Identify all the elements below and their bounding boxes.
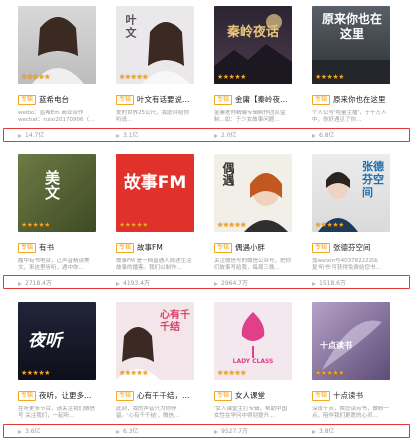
rating-stars: ★★★★★ xyxy=(315,221,344,229)
album-card[interactable]: 秦岭夜话 ★★★★★ 专辑 金庸【秦岭夜话】 金庸老师精编专辑制作团队监制...… xyxy=(196,0,292,145)
album-card[interactable]: 夜听 ★★★★★ 专辑 夜听，让更多的... 在听更多节目，请关注我们微信号 关… xyxy=(0,296,96,441)
rating-stars: ★★★★★ xyxy=(217,221,246,229)
rating-stars: ★★★★★ xyxy=(119,221,148,229)
row-highlight-frame xyxy=(3,275,410,289)
row-highlight-frame xyxy=(3,424,410,438)
cover-title: 心有千千结 xyxy=(160,310,190,333)
album-title-line: 专辑 故事FM xyxy=(116,242,194,254)
album-cover[interactable]: LADY CLASS ★★★★★ xyxy=(214,302,292,380)
album-tag: 专辑 xyxy=(214,243,233,253)
cover-title: 原来你也在这里 xyxy=(322,12,383,41)
album-description: 此刻，我的声音只为你停留。'心有千千结'，微信... xyxy=(116,406,180,419)
album-tag: 专辑 xyxy=(312,391,331,401)
album-description: weibo：蓝希Em 商业合作 wechat：ruixi20170906（... xyxy=(18,110,95,123)
album-cover[interactable]: 张德芬空间 ★★★★★ xyxy=(312,154,390,232)
rating-stars: ★★★★★ xyxy=(119,73,148,81)
album-card[interactable]: 偶遇 ★★★★★ 专辑 偶遇小胖 关注微信号的微信公众号，把你们故事写给我，每周… xyxy=(196,148,292,293)
album-card[interactable]: 十点读书 ★★★★★ 专辑 十点读书 深夜十点，换您读点书，做粉一点，陪伴我们更… xyxy=(294,296,390,441)
rating-stars: ★★★★★ xyxy=(21,369,50,377)
cover-title: 夜听 xyxy=(28,331,62,351)
album-tag: 专辑 xyxy=(312,95,331,105)
album-title-line: 专辑 叶文有话要说20... xyxy=(116,94,194,106)
rating-stars: ★★★★★ xyxy=(21,221,50,229)
album-title[interactable]: 原来你也在这里 xyxy=(333,94,386,106)
album-title[interactable]: 故事FM xyxy=(137,242,163,254)
cover-title: 叶文 xyxy=(124,14,137,40)
album-title-line: 专辑 金庸【秦岭夜话】 xyxy=(214,94,292,106)
album-title[interactable]: 金庸【秦岭夜话】 xyxy=(235,94,292,106)
cover-title: 张德芬空间 xyxy=(362,160,384,199)
album-tag: 专辑 xyxy=(116,391,135,401)
album-description: 在听更多节目，请关注我们微信号 关注我们，一起听... xyxy=(18,406,96,419)
album-title-line: 专辑 原来你也在这里 xyxy=(312,94,390,106)
album-tag: 专辑 xyxy=(116,95,135,105)
cover-title: 秦岭夜话 xyxy=(226,25,279,40)
album-description: 爱的世界25公尺，我愿许给你 听说... xyxy=(116,110,189,123)
album-card[interactable]: 故事FM ★★★★★ 专辑 故事FM 故事FM 是一档普通人自述生活故事的播客。… xyxy=(98,148,194,293)
album-row: 美文 ★★★★★ 专辑 有书 履中有书电台，让声音精读美文，来这里听听，遇中你.… xyxy=(0,148,413,293)
album-cover[interactable]: 偶遇 ★★★★★ xyxy=(214,154,292,232)
album-tag: 专辑 xyxy=(312,243,331,253)
album-title-line: 专辑 十点读书 xyxy=(312,390,390,402)
album-cover[interactable]: 故事FM ★★★★★ xyxy=(116,154,194,232)
album-title[interactable]: 叶文有话要说20... xyxy=(137,94,194,106)
album-title-line: 专辑 女人课堂 xyxy=(214,390,292,402)
album-description: 深夜十点，换您读点书，做粉一点，陪伴我们更愿的心灵... xyxy=(312,406,390,419)
cover-title: 偶遇 xyxy=(221,162,235,186)
album-title-line: 专辑 心有千千结，你... xyxy=(116,390,194,402)
rating-stars: ★★★★★ xyxy=(21,73,50,81)
album-card[interactable]: 张德芬空间 ★★★★★ 专辑 张德芬空间 加weixin号403782222回复… xyxy=(294,148,390,293)
album-title[interactable]: 女人课堂 xyxy=(235,390,265,402)
album-cover[interactable]: 原来你也在这里 ★★★★★ xyxy=(312,6,390,84)
album-card[interactable]: 原来你也在这里 ★★★★★ 专辑 原来你也在这里 个人公号'啦量主播'，于千万人… xyxy=(294,0,390,145)
rating-stars: ★★★★★ xyxy=(315,73,344,81)
cover-title: 故事FM xyxy=(123,173,187,193)
album-tag: 专辑 xyxy=(18,243,37,253)
row-highlight-frame xyxy=(3,128,410,142)
rating-stars: ★★★★★ xyxy=(119,369,148,377)
album-row: ★★★★★ 专辑 蓝希电台 weibo：蓝希Em 商业合作 wechat：rui… xyxy=(0,0,413,145)
album-cover[interactable]: 十点读书 ★★★★★ xyxy=(312,302,390,380)
album-row: 夜听 ★★★★★ 专辑 夜听，让更多的... 在听更多节目，请关注我们微信号 关… xyxy=(0,296,413,441)
album-card[interactable]: ★★★★★ 专辑 蓝希电台 weibo：蓝希Em 商业合作 wechat：rui… xyxy=(0,0,96,145)
album-cover[interactable]: ★★★★★ xyxy=(18,6,96,84)
album-title[interactable]: 张德芬空间 xyxy=(333,242,371,254)
album-title-line: 专辑 张德芬空间 xyxy=(312,242,390,254)
album-title[interactable]: 心有千千结，你... xyxy=(137,390,194,402)
album-title-line: 专辑 夜听，让更多的... xyxy=(18,390,96,402)
album-grid: ★★★★★ 专辑 蓝希电台 weibo：蓝希Em 商业合作 wechat：rui… xyxy=(0,0,413,444)
album-title-line: 专辑 蓝希电台 xyxy=(18,94,96,106)
album-card[interactable]: 美文 ★★★★★ 专辑 有书 履中有书电台，让声音精读美文，来这里听听，遇中你.… xyxy=(0,148,96,293)
album-description: 金庸老师精编专辑制作团队监制...如：于少女故事问题... xyxy=(214,110,286,123)
cover-title: LADY CLASS xyxy=(232,358,274,365)
rating-stars: ★★★★★ xyxy=(217,73,246,81)
album-cover[interactable]: 夜听 ★★★★★ xyxy=(18,302,96,380)
album-card[interactable]: LADY CLASS ★★★★★ 专辑 女人课堂 '女人课堂主打专辑，帮助中国女… xyxy=(196,296,292,441)
cover-title: 十点读书 xyxy=(320,340,352,350)
album-title[interactable]: 十点读书 xyxy=(333,390,363,402)
album-tag: 专辑 xyxy=(214,391,233,401)
album-title-line: 专辑 有书 xyxy=(18,242,96,254)
rating-stars: ★★★★★ xyxy=(217,369,246,377)
album-cover[interactable]: 心有千千结 ★★★★★ xyxy=(116,302,194,380)
album-card[interactable]: 心有千千结 ★★★★★ 专辑 心有千千结，你... 此刻，我的声音只为你停留。'… xyxy=(98,296,194,441)
album-tag: 专辑 xyxy=(214,95,233,105)
album-title[interactable]: 夜听，让更多的... xyxy=(39,390,96,402)
album-title[interactable]: 偶遇小胖 xyxy=(235,242,265,254)
album-description: 个人公号'啦量主播'，于千万人中，你好遇见了你... xyxy=(312,110,387,123)
album-description: '女人课堂主打专辑，帮助中国女性在学问中得到提升... xyxy=(214,406,288,419)
album-tag: 专辑 xyxy=(18,391,37,401)
album-cover[interactable]: 叶文 ★★★★★ xyxy=(116,6,194,84)
album-tag: 专辑 xyxy=(116,243,135,253)
album-cover[interactable]: 美文 ★★★★★ xyxy=(18,154,96,232)
album-title[interactable]: 蓝希电台 xyxy=(39,94,69,106)
cover-title: 美文 xyxy=(43,170,61,200)
album-card[interactable]: 叶文 ★★★★★ 专辑 叶文有话要说20... 爱的世界25公尺，我愿许给你 听… xyxy=(98,0,194,145)
album-title[interactable]: 有书 xyxy=(39,242,54,254)
album-title-line: 专辑 偶遇小胖 xyxy=(214,242,292,254)
album-cover[interactable]: 秦岭夜话 ★★★★★ xyxy=(214,6,292,84)
album-tag: 专辑 xyxy=(18,95,37,105)
rating-stars: ★★★★★ xyxy=(315,369,344,377)
